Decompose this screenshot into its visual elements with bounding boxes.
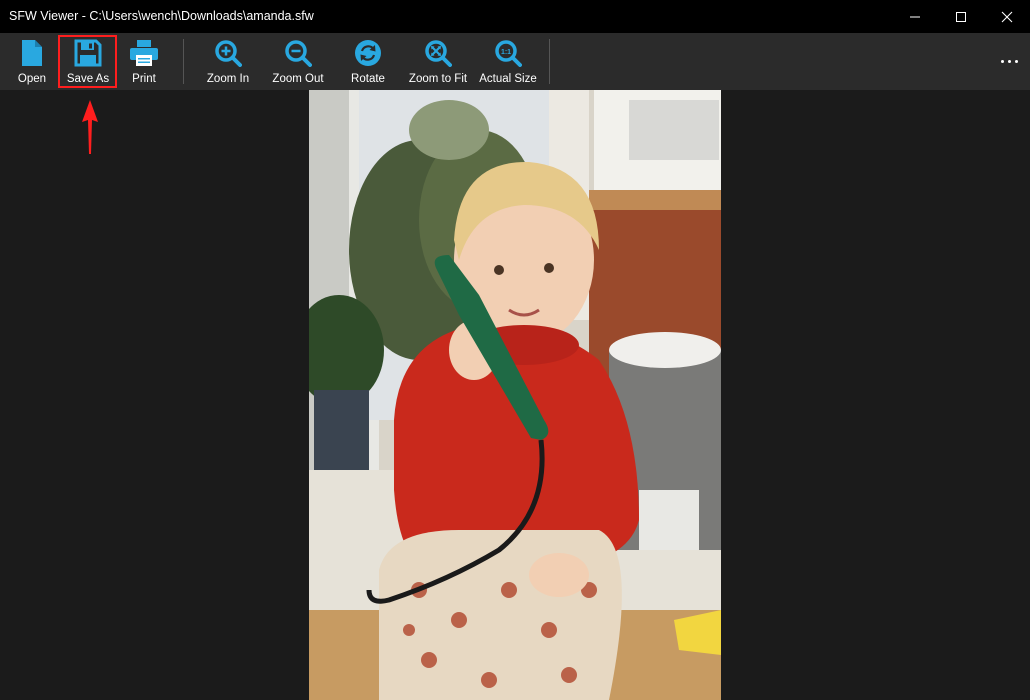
zoom-out-button[interactable]: Zoom Out: [268, 35, 328, 89]
zoom-in-label: Zoom In: [206, 73, 250, 85]
zoom-to-fit-button[interactable]: Zoom to Fit: [405, 35, 471, 89]
maximize-button[interactable]: [938, 0, 984, 33]
save-as-highlight-box: [58, 35, 117, 88]
minimize-icon: [910, 16, 920, 17]
rotate-icon: [355, 40, 381, 66]
toolbar: Open Save As Print Zoom In Zoom Out Rota…: [0, 33, 1030, 90]
image-viewer-area[interactable]: [0, 90, 1030, 700]
actual-size-icon-text: 1:1: [501, 49, 511, 56]
more-horizontal-icon: [999, 59, 1020, 63]
red-arrow-annotation: [82, 100, 98, 154]
zoom-to-fit-icon: [425, 40, 452, 67]
toolbar-separator: [183, 39, 184, 84]
print-button[interactable]: Print: [124, 35, 164, 89]
zoom-out-label: Zoom Out: [272, 73, 324, 85]
zoom-out-icon: [285, 40, 312, 67]
window-title: SFW Viewer - C:\Users\wench\Downloads\am…: [9, 9, 314, 23]
actual-size-label: Actual Size: [479, 73, 537, 85]
displayed-photo: [309, 90, 721, 700]
rotate-button[interactable]: Rotate: [345, 35, 391, 89]
actual-size-icon: 1:1: [495, 40, 522, 67]
print-label: Print: [132, 73, 156, 85]
rotate-label: Rotate: [351, 73, 385, 85]
zoom-in-button[interactable]: Zoom In: [201, 35, 255, 89]
close-button[interactable]: [984, 0, 1030, 33]
toolbar-separator: [549, 39, 550, 84]
open-label: Open: [17, 73, 47, 85]
minimize-button[interactable]: [892, 0, 938, 33]
zoom-to-fit-label: Zoom to Fit: [408, 73, 468, 85]
title-bar: SFW Viewer - C:\Users\wench\Downloads\am…: [0, 0, 1030, 33]
file-icon: [22, 40, 42, 66]
open-button[interactable]: Open: [12, 35, 52, 89]
maximize-icon: [956, 11, 966, 22]
close-icon: [1001, 11, 1013, 22]
actual-size-button[interactable]: 1:1 Actual Size: [478, 35, 538, 89]
photo-image: [309, 90, 721, 700]
more-options-button[interactable]: [996, 48, 1022, 74]
printer-icon: [130, 40, 158, 66]
sfw-viewer-window: SFW Viewer - C:\Users\wench\Downloads\am…: [0, 0, 1030, 700]
zoom-in-icon: [215, 40, 242, 67]
